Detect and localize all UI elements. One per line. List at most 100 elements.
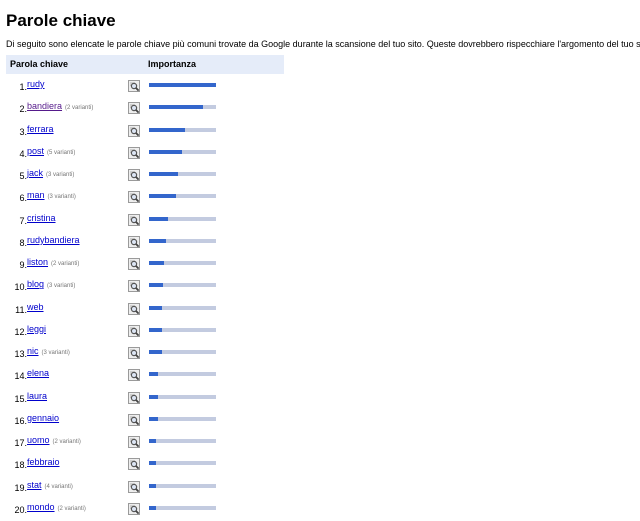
importance-bar	[149, 350, 216, 354]
keyword-cell: stat (4 varianti)	[27, 480, 73, 490]
importance-bar-fill	[149, 172, 178, 176]
keyword-cell: nic (3 varianti)	[27, 346, 70, 356]
magnifier-icon[interactable]	[128, 279, 140, 293]
keyword-link[interactable]: bandiera	[27, 101, 62, 111]
keyword-cell: elena	[27, 368, 49, 378]
table-row: 3. ferrara	[6, 119, 284, 141]
table-row: 15. laura	[6, 386, 284, 408]
row-rank: 16.	[14, 415, 27, 426]
table-row: 4. post (5 varianti)	[6, 141, 284, 163]
magnifier-icon[interactable]	[128, 413, 140, 426]
importance-bar-fill	[149, 350, 162, 354]
importance-bar	[149, 127, 216, 132]
keyword-link[interactable]: liston	[27, 257, 48, 267]
importance-bar	[149, 283, 216, 288]
importance-bar	[149, 194, 216, 199]
importance-bar	[149, 105, 216, 110]
page-title: Parole chiave	[6, 11, 116, 30]
row-rank: 15.	[14, 393, 27, 404]
header-importance: Importanza	[148, 59, 197, 69]
keyword-link[interactable]: rudybandiera	[27, 235, 80, 245]
importance-bar-fill	[149, 305, 162, 310]
keyword-cell: jack (3 varianti)	[27, 168, 74, 178]
table-row: 1. rudy	[6, 74, 284, 96]
importance-bar	[149, 372, 216, 377]
table-row: 17. uomo (2 varianti)	[6, 430, 284, 452]
keyword-link[interactable]: febbraio	[27, 457, 60, 467]
importance-bar	[149, 505, 216, 510]
magnifier-icon[interactable]	[128, 324, 140, 337]
table-row: 19. stat (4 varianti)	[6, 475, 284, 497]
magnifier-icon[interactable]	[128, 190, 140, 204]
table-row: 6. man (3 varianti)	[6, 185, 284, 207]
row-rank: 3.	[19, 126, 27, 137]
keyword-link[interactable]: blog	[27, 279, 44, 289]
magnifier-icon[interactable]	[128, 235, 140, 248]
table-row: 13. nic (3 varianti)	[6, 341, 284, 363]
keyword-cell: man (3 varianti)	[27, 190, 76, 200]
keyword-link[interactable]: gennaio	[27, 413, 59, 423]
importance-bar-fill	[149, 483, 156, 488]
keyword-link[interactable]: nic	[27, 346, 39, 356]
table-row: 7. cristina	[6, 208, 284, 230]
magnifier-icon[interactable]	[128, 257, 140, 270]
table-row: 12. leggi	[6, 319, 284, 341]
row-rank: 14.	[14, 371, 27, 382]
importance-bar-fill	[149, 238, 166, 243]
keyword-link[interactable]: uomo	[27, 435, 50, 445]
keyword-cell: post (5 varianti)	[27, 146, 75, 156]
keyword-link[interactable]: mondo	[27, 502, 55, 512]
table-row: 20. mondo (2 varianti)	[6, 497, 284, 519]
keyword-variants: (2 varianti)	[52, 439, 81, 445]
keyword-link[interactable]: ferrara	[27, 124, 54, 134]
importance-bar	[149, 483, 216, 488]
magnifier-icon[interactable]	[128, 391, 140, 404]
magnifier-icon[interactable]	[128, 435, 140, 448]
magnifier-icon[interactable]	[128, 480, 140, 493]
keyword-link[interactable]: stat	[27, 480, 42, 490]
keyword-variants: (3 varianti)	[41, 350, 70, 356]
magnifier-icon[interactable]	[128, 213, 140, 226]
magnifier-icon[interactable]	[128, 101, 140, 115]
magnifier-icon[interactable]	[128, 124, 140, 137]
magnifier-icon[interactable]	[128, 346, 140, 359]
table-row: 14. elena	[6, 363, 284, 385]
table-row: 2. bandiera (2 varianti)	[6, 96, 284, 118]
keyword-variants: (2 varianti)	[51, 261, 80, 267]
magnifier-icon[interactable]	[128, 146, 140, 159]
magnifier-icon[interactable]	[128, 368, 140, 382]
importance-bar	[149, 461, 216, 466]
keywords-page: Parole chiave Di seguito sono elencate l…	[6, 0, 640, 515]
keyword-variants: (4 varianti)	[44, 483, 73, 490]
row-rank: 13.	[14, 349, 27, 359]
magnifier-icon[interactable]	[128, 168, 140, 181]
importance-bar-fill	[149, 394, 158, 399]
magnifier-icon[interactable]	[128, 302, 140, 315]
magnifier-icon[interactable]	[128, 79, 140, 92]
magnifier-icon[interactable]	[128, 502, 140, 515]
keyword-cell: bandiera (2 varianti)	[27, 101, 93, 111]
importance-bar-fill	[149, 83, 216, 87]
row-rank: 1.	[19, 82, 27, 92]
keywords-table: Parola chiave Importanza 1. rudy 2. bandier…	[6, 55, 284, 515]
keyword-cell: laura	[27, 391, 47, 401]
keyword-link[interactable]: man	[27, 190, 45, 200]
table-row: 11. web	[6, 297, 284, 319]
magnifier-icon[interactable]	[128, 457, 140, 471]
importance-bar-fill	[149, 416, 158, 421]
keyword-link[interactable]: rudy	[27, 79, 45, 89]
keyword-link[interactable]: web	[27, 302, 44, 312]
keyword-link[interactable]: laura	[27, 391, 47, 401]
importance-bar-fill	[149, 261, 164, 265]
keyword-link[interactable]: post	[27, 146, 44, 156]
row-rank: 19.	[14, 482, 27, 493]
keyword-cell: gennaio	[27, 413, 59, 423]
keyword-variants: (2 varianti)	[57, 505, 86, 512]
keyword-link[interactable]: leggi	[27, 324, 46, 334]
keyword-link[interactable]: jack	[27, 168, 43, 178]
keyword-variants: (2 varianti)	[65, 105, 94, 112]
keyword-link[interactable]: elena	[27, 368, 49, 378]
importance-bar-fill	[149, 216, 168, 221]
keyword-link[interactable]: cristina	[27, 213, 56, 223]
importance-bar	[149, 261, 216, 265]
